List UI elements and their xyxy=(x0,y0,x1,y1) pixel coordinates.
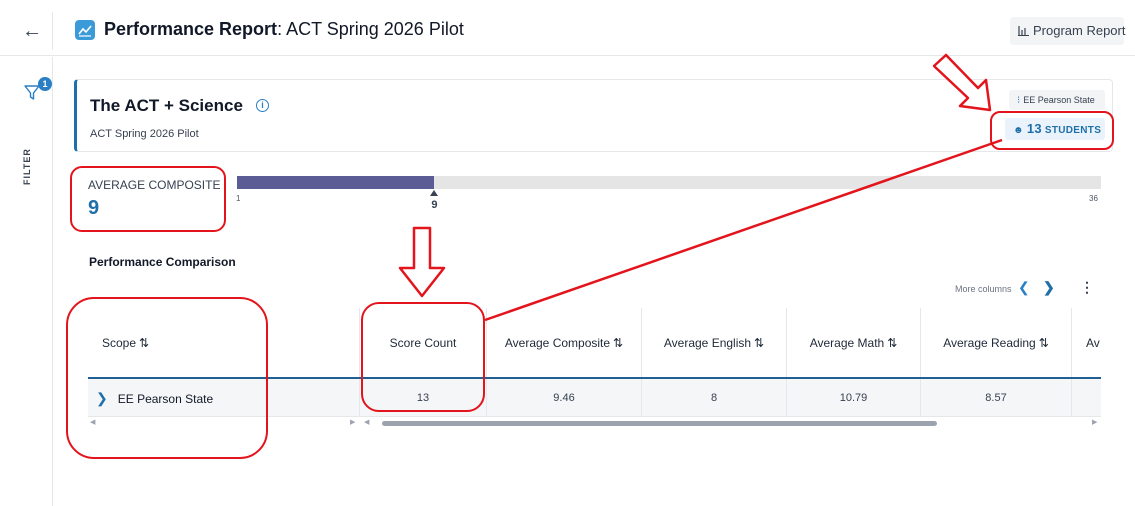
annotation-connector-line xyxy=(484,138,1003,322)
annotation-arrow-diagonal-icon xyxy=(932,53,992,112)
annotation-arrows xyxy=(398,53,1003,322)
annotation-arrow-down-icon xyxy=(398,226,446,298)
